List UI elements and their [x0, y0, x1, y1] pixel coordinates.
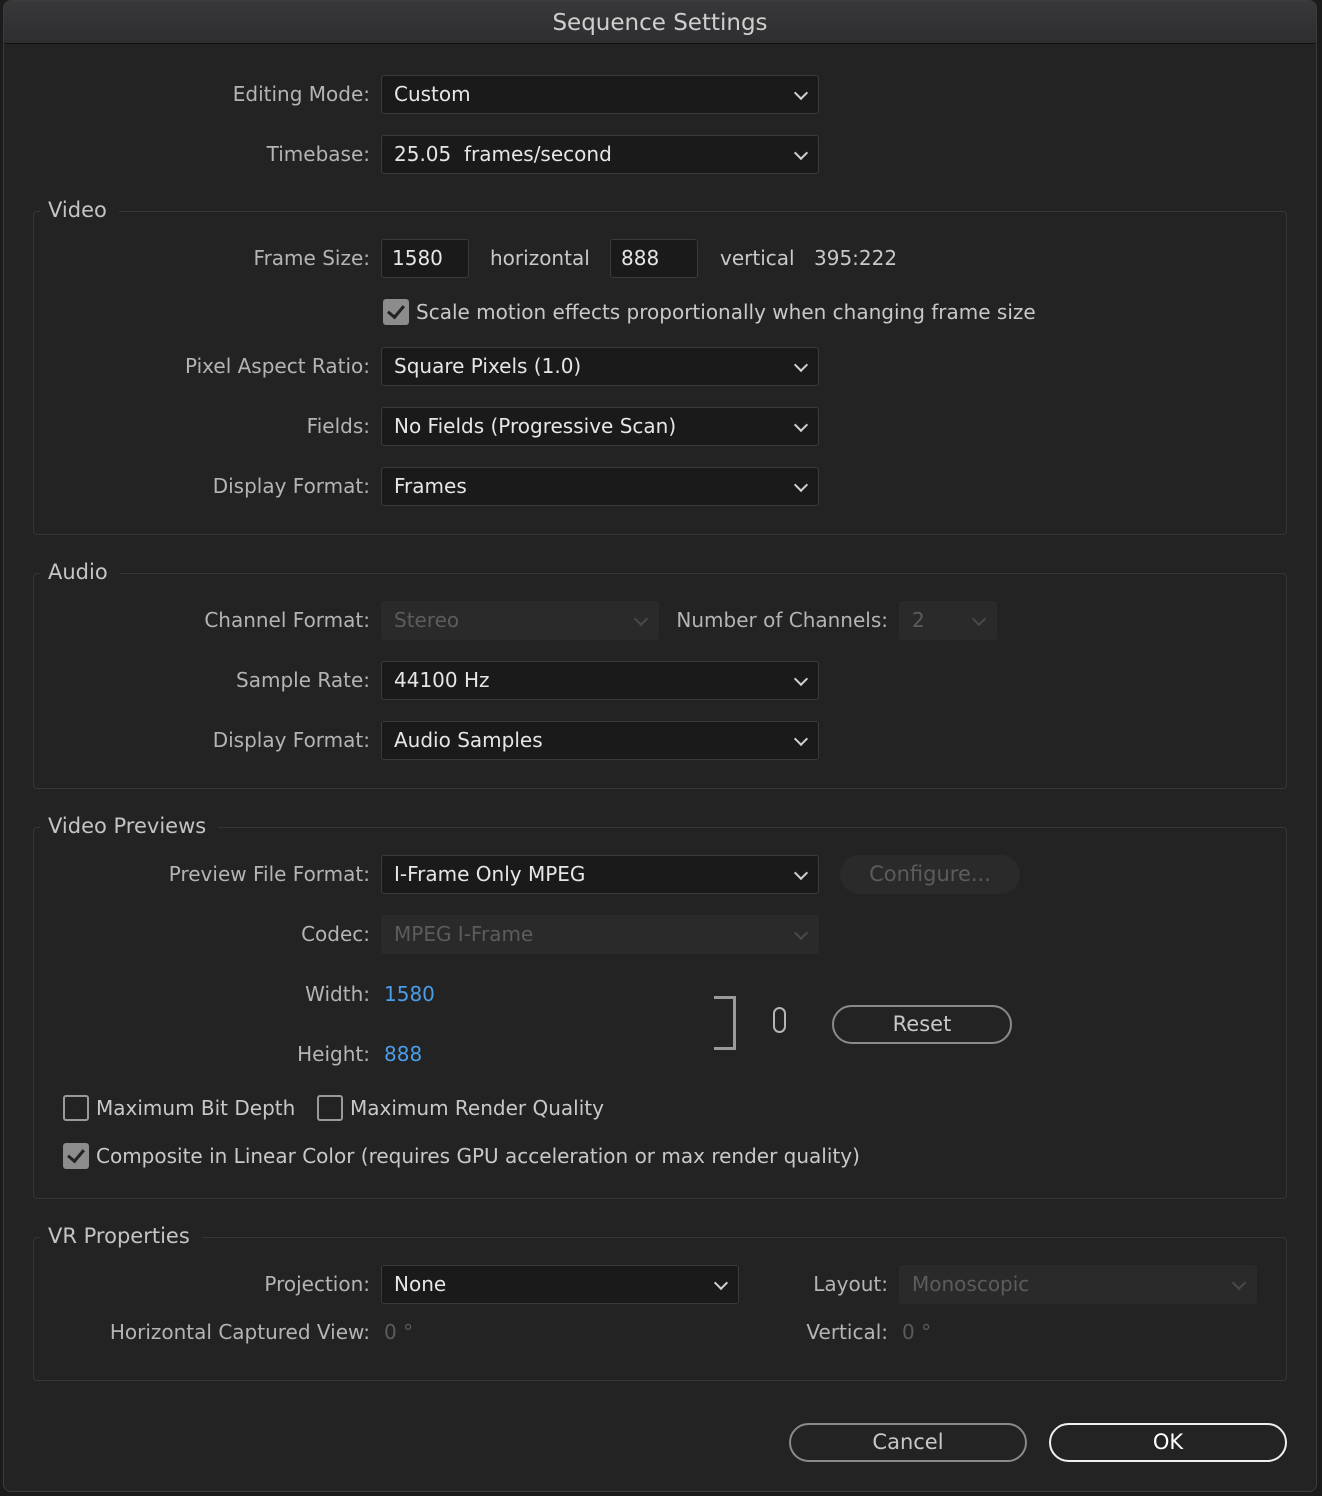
channel-format-label: Channel Format:	[204, 608, 370, 632]
scale-motion-checkbox[interactable]	[383, 299, 409, 325]
chevron-down-icon	[713, 1275, 729, 1291]
horizontal-label: horizontal	[490, 246, 590, 270]
num-channels-value: 2	[912, 608, 925, 632]
ok-button[interactable]: OK	[1049, 1423, 1287, 1462]
vertical-view-label: Vertical:	[806, 1320, 888, 1344]
chevron-down-icon	[793, 477, 809, 493]
hcv-label: Horizontal Captured View:	[109, 1320, 370, 1344]
sample-rate-label: Sample Rate:	[236, 668, 370, 692]
timebase-value: 25.05 frames/second	[394, 142, 612, 166]
video-display-format-dropdown[interactable]: Frames	[381, 467, 819, 506]
preview-width-value[interactable]: 1580	[384, 982, 435, 1006]
chevron-down-icon	[793, 731, 809, 747]
hcv-value: 0 °	[384, 1320, 414, 1344]
chevron-down-icon	[793, 925, 809, 941]
sample-rate-value: 44100 Hz	[394, 668, 490, 692]
fields-value: No Fields (Progressive Scan)	[394, 414, 677, 438]
frame-size-label: Frame Size:	[253, 246, 370, 270]
chevron-down-icon	[793, 671, 809, 687]
par-dropdown[interactable]: Square Pixels (1.0)	[381, 347, 819, 386]
vertical-view-value: 0 °	[902, 1320, 932, 1344]
video-display-format-label: Display Format:	[212, 474, 370, 498]
editing-mode-label: Editing Mode:	[232, 82, 370, 106]
video-display-format-value: Frames	[394, 474, 467, 498]
timebase-label: Timebase:	[266, 142, 370, 166]
cancel-button[interactable]: Cancel	[789, 1423, 1027, 1462]
sample-rate-dropdown[interactable]: 44100 Hz	[381, 661, 819, 700]
codec-value: MPEG I-Frame	[394, 922, 534, 946]
reset-button[interactable]: Reset	[832, 1005, 1012, 1044]
projection-value: None	[394, 1272, 447, 1296]
chevron-down-icon	[1231, 1275, 1247, 1291]
aspect-ratio-readout: 395:222	[814, 246, 898, 270]
par-label: Pixel Aspect Ratio:	[185, 354, 370, 378]
preview-file-format-label: Preview File Format:	[168, 862, 370, 886]
vertical-label: vertical	[720, 246, 795, 270]
vr-group	[33, 1237, 1287, 1381]
link-bracket-icon	[714, 996, 736, 1050]
audio-legend: Audio	[40, 560, 120, 584]
max-bit-depth-checkbox[interactable]	[63, 1095, 89, 1121]
codec-dropdown[interactable]: MPEG I-Frame	[381, 915, 819, 954]
preview-file-format-dropdown[interactable]: I-Frame Only MPEG	[381, 855, 819, 894]
dialog-title: Sequence Settings	[4, 1, 1316, 44]
max-render-quality-label: Maximum Render Quality	[350, 1096, 604, 1120]
chevron-down-icon	[633, 611, 649, 627]
video-previews-legend: Video Previews	[40, 814, 219, 838]
audio-display-format-value: Audio Samples	[394, 728, 543, 752]
preview-height-label: Height:	[297, 1042, 370, 1066]
editing-mode-value: Custom	[394, 82, 471, 106]
link-icon[interactable]	[773, 1007, 786, 1033]
max-bit-depth-label: Maximum Bit Depth	[96, 1096, 296, 1120]
frame-width-input[interactable]: 1580	[381, 239, 469, 278]
num-channels-label: Number of Channels:	[676, 608, 888, 632]
channel-format-dropdown[interactable]: Stereo	[381, 601, 659, 640]
layout-value: Monoscopic	[912, 1272, 1030, 1296]
scale-motion-label: Scale motion effects proportionally when…	[416, 300, 1036, 324]
fields-dropdown[interactable]: No Fields (Progressive Scan)	[381, 407, 819, 446]
configure-button[interactable]: Configure...	[840, 855, 1020, 894]
timebase-dropdown[interactable]: 25.05 frames/second	[381, 135, 819, 174]
fields-label: Fields:	[306, 414, 370, 438]
par-value: Square Pixels (1.0)	[394, 354, 582, 378]
codec-label: Codec:	[301, 922, 370, 946]
editing-mode-dropdown[interactable]: Custom	[381, 75, 819, 114]
chevron-down-icon	[793, 145, 809, 161]
audio-display-format-dropdown[interactable]: Audio Samples	[381, 721, 819, 760]
max-render-quality-checkbox[interactable]	[317, 1095, 343, 1121]
linear-color-label: Composite in Linear Color (requires GPU …	[96, 1144, 860, 1168]
layout-label: Layout:	[813, 1272, 888, 1296]
projection-dropdown[interactable]: None	[381, 1265, 739, 1304]
frame-height-input[interactable]: 888	[610, 239, 698, 278]
vr-legend: VR Properties	[40, 1224, 202, 1248]
linear-color-checkbox[interactable]	[63, 1143, 89, 1169]
chevron-down-icon	[793, 417, 809, 433]
video-legend: Video	[40, 198, 119, 222]
preview-file-format-value: I-Frame Only MPEG	[394, 862, 586, 886]
chevron-down-icon	[793, 865, 809, 881]
channel-format-value: Stereo	[394, 608, 460, 632]
chevron-down-icon	[971, 611, 987, 627]
num-channels-dropdown[interactable]: 2	[899, 601, 997, 640]
preview-height-value[interactable]: 888	[384, 1042, 422, 1066]
chevron-down-icon	[793, 85, 809, 101]
layout-dropdown[interactable]: Monoscopic	[899, 1265, 1257, 1304]
preview-width-label: Width:	[305, 982, 370, 1006]
projection-label: Projection:	[264, 1272, 370, 1296]
chevron-down-icon	[793, 357, 809, 373]
audio-display-format-label: Display Format:	[212, 728, 370, 752]
